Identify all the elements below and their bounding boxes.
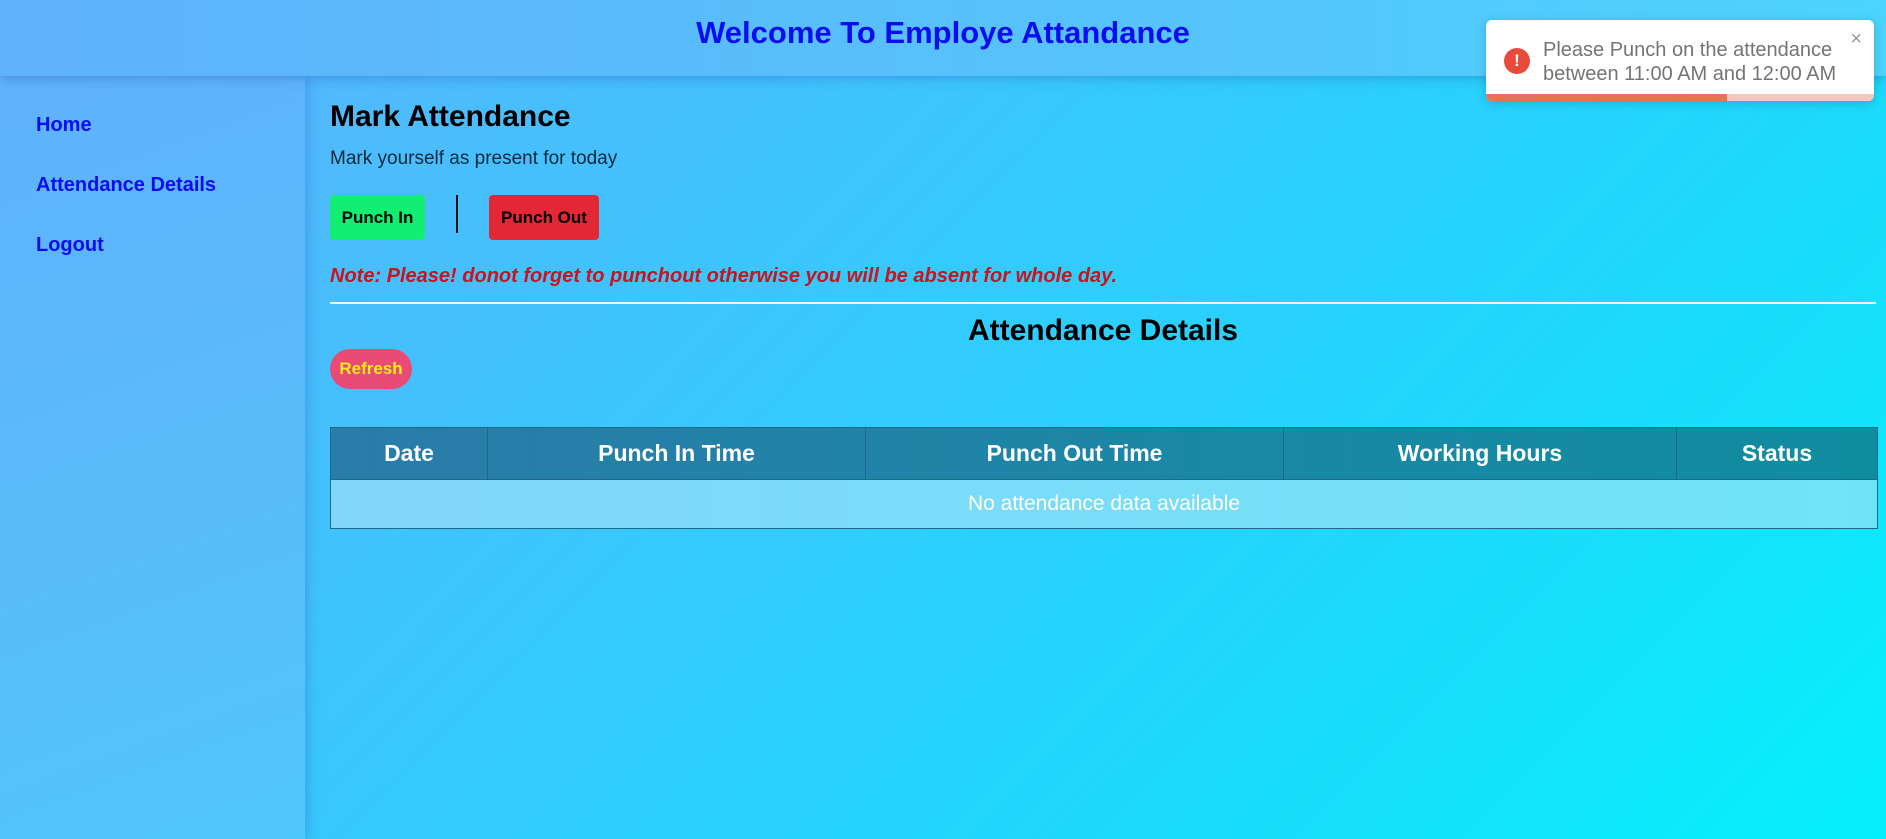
table-header-row: Date Punch In Time Punch Out Time Workin… [330, 427, 1878, 480]
punchout-note: Note: Please! donot forget to punchout o… [330, 265, 1118, 287]
error-toast: ! Please Punch on the attendance between… [1486, 20, 1874, 101]
column-header-status: Status [1676, 427, 1878, 480]
column-header-date: Date [330, 427, 488, 480]
toast-progress-track [1486, 94, 1874, 101]
sidebar: Home Attendance Details Logout [0, 76, 305, 839]
column-header-punch-out-time: Punch Out Time [865, 427, 1284, 480]
punch-in-button[interactable]: Punch In [330, 195, 425, 240]
refresh-button[interactable]: Refresh [330, 349, 412, 389]
sidebar-item-home[interactable]: Home [36, 114, 92, 137]
mark-attendance-subtitle: Mark yourself as present for today [330, 148, 618, 169]
empty-state-message: No attendance data available [330, 479, 1878, 529]
sidebar-item-logout[interactable]: Logout [36, 234, 104, 257]
table-row: No attendance data available [330, 479, 1878, 529]
section-divider [330, 302, 1876, 304]
punch-out-button[interactable]: Punch Out [489, 195, 599, 240]
mark-attendance-title: Mark Attendance [330, 100, 571, 133]
attendance-details-title: Attendance Details [967, 314, 1239, 347]
error-icon: ! [1504, 48, 1530, 74]
close-icon[interactable]: × [1850, 28, 1862, 51]
column-header-working-hours: Working Hours [1283, 427, 1677, 480]
attendance-table: Date Punch In Time Punch Out Time Workin… [330, 427, 1878, 529]
toast-progress-bar [1486, 94, 1727, 101]
column-header-punch-in-time: Punch In Time [487, 427, 866, 480]
button-divider [456, 195, 458, 233]
toast-message: Please Punch on the attendance between 1… [1543, 39, 1837, 85]
sidebar-item-attendance-details[interactable]: Attendance Details [36, 174, 216, 197]
